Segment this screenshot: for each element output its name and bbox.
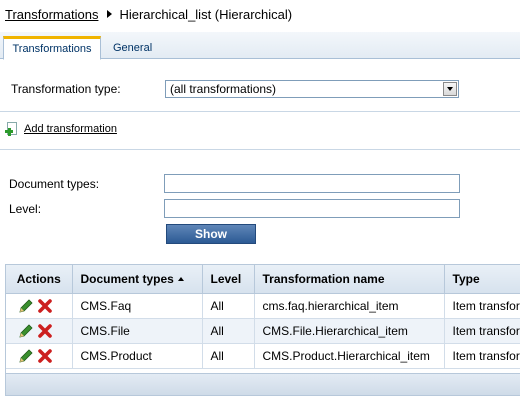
document-types-label: Document types: bbox=[9, 177, 100, 191]
transformations-table: Actions Document types Level Transformat… bbox=[6, 265, 520, 369]
add-transformation-action[interactable]: Add transformation bbox=[5, 122, 117, 136]
cell-type: Item transformation bbox=[444, 343, 520, 369]
column-header-actions: Actions bbox=[6, 265, 73, 294]
edit-pencil-icon[interactable] bbox=[18, 348, 34, 364]
cell-level: All bbox=[202, 293, 255, 319]
cell-document-type: CMS.Faq bbox=[72, 293, 203, 319]
cell-document-type: CMS.Product bbox=[72, 343, 203, 369]
tab-transformations[interactable]: Transformations bbox=[3, 36, 101, 60]
cell-transformation-name: cms.faq.hierarchical_item bbox=[254, 293, 445, 319]
row-actions bbox=[6, 343, 73, 369]
tab-bar: Transformations General bbox=[0, 32, 520, 60]
column-header-document-types[interactable]: Document types bbox=[72, 265, 203, 294]
grid-footer bbox=[6, 373, 520, 395]
table-header-row: Actions Document types Level Transformat… bbox=[6, 265, 520, 294]
show-button[interactable]: Show bbox=[166, 224, 256, 244]
breadcrumb-parent-link[interactable]: Transformations bbox=[5, 7, 98, 22]
column-header-type[interactable]: Type bbox=[444, 265, 520, 294]
edit-pencil-icon[interactable] bbox=[18, 323, 34, 339]
cell-transformation-name: CMS.File.Hierarchical_item bbox=[254, 318, 445, 344]
divider bbox=[0, 149, 520, 150]
tab-general[interactable]: General bbox=[103, 36, 162, 59]
add-document-icon[interactable] bbox=[5, 122, 19, 136]
row-actions bbox=[6, 293, 73, 319]
breadcrumb-separator-icon bbox=[107, 10, 113, 18]
transformation-type-label: Transformation type: bbox=[11, 82, 121, 96]
divider bbox=[0, 111, 520, 112]
document-types-input[interactable] bbox=[164, 174, 460, 193]
cell-level: All bbox=[202, 318, 255, 344]
delete-icon[interactable] bbox=[37, 298, 53, 314]
delete-icon[interactable] bbox=[37, 348, 53, 364]
table-row: CMS.Product All CMS.Product.Hierarchical… bbox=[6, 343, 520, 369]
table-row: CMS.Faq All cms.faq.hierarchical_item It… bbox=[6, 293, 520, 319]
add-transformation-link[interactable]: Add transformation bbox=[24, 123, 117, 135]
edit-pencil-icon[interactable] bbox=[18, 298, 34, 314]
level-label: Level: bbox=[9, 202, 42, 216]
cell-level: All bbox=[202, 343, 255, 369]
transformations-grid: Actions Document types Level Transformat… bbox=[5, 264, 520, 396]
column-header-level[interactable]: Level bbox=[202, 265, 255, 294]
sort-ascending-icon bbox=[177, 276, 184, 281]
delete-icon[interactable] bbox=[37, 323, 53, 339]
row-actions bbox=[6, 318, 73, 344]
cell-type: Item transformation bbox=[444, 293, 520, 319]
chevron-down-icon[interactable] bbox=[443, 82, 457, 96]
level-input[interactable] bbox=[164, 199, 460, 218]
breadcrumb-current: Hierarchical_list (Hierarchical) bbox=[119, 6, 293, 22]
breadcrumb: Transformations Hierarchical_list (Hiera… bbox=[5, 6, 292, 22]
transformation-type-select[interactable]: (all transformations) bbox=[165, 80, 459, 98]
column-header-transformation-name[interactable]: Transformation name bbox=[254, 265, 445, 294]
cell-document-type: CMS.File bbox=[72, 318, 203, 344]
transformation-type-selected: (all transformations) bbox=[170, 82, 277, 96]
cell-type: Item transformation bbox=[444, 318, 520, 344]
cell-transformation-name: CMS.Product.Hierarchical_item bbox=[254, 343, 445, 369]
table-row: CMS.File All CMS.File.Hierarchical_item … bbox=[6, 318, 520, 344]
